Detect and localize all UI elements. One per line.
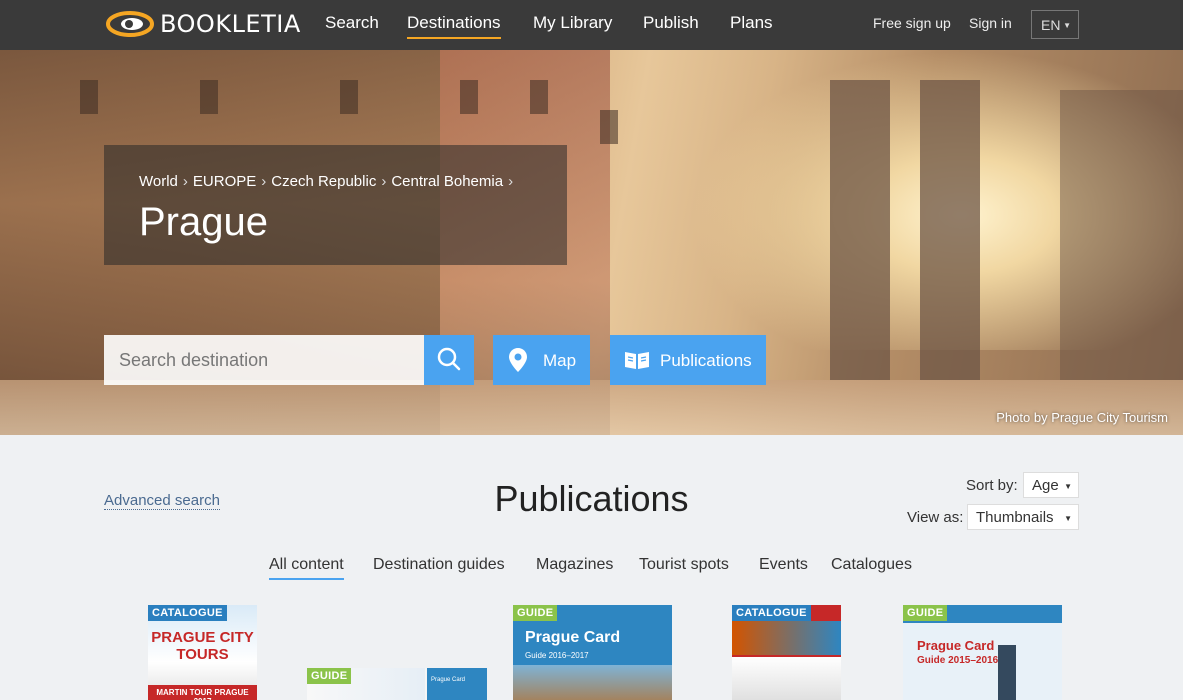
- publication-thumbnail[interactable]: CATALOGUE PRAGUE CITY TOURS MARTIN TOUR …: [148, 605, 257, 700]
- hero-photo-window: [460, 80, 478, 114]
- hero-photo-tower: [920, 80, 980, 380]
- nav-destinations[interactable]: Destinations: [407, 13, 501, 39]
- tab-all-content[interactable]: All content: [269, 556, 344, 580]
- brand-name: BOOKLETIA: [160, 10, 301, 38]
- view-value: Thumbnails: [976, 509, 1054, 526]
- brand-logo[interactable]: BOOKLETIA: [106, 10, 301, 38]
- chevron-right-icon: ›: [182, 173, 188, 190]
- hero-photo-tower: [830, 80, 890, 380]
- publication-thumbnail[interactable]: GUIDE Prague Card Guide 2016–2017: [513, 605, 672, 700]
- tab-destination-guides[interactable]: Destination guides: [373, 556, 505, 578]
- publication-thumbnail[interactable]: CATALOGUE: [732, 605, 841, 700]
- map-button-label: Map: [543, 351, 577, 370]
- sort-value: Age: [1032, 477, 1059, 494]
- thumbnail-cover: [732, 657, 841, 700]
- search-button[interactable]: [424, 335, 474, 385]
- hero-photo-window: [530, 80, 548, 114]
- hero-photo-building: [1060, 90, 1183, 380]
- guide-badge: GUIDE: [513, 605, 558, 621]
- tab-magazines[interactable]: Magazines: [536, 556, 613, 578]
- destination-header: World › EUROPE › Czech Republic › Centra…: [104, 145, 567, 265]
- chevron-down-icon: ▼: [1064, 514, 1072, 523]
- thumbnail-footer: MARTIN TOUR PRAGUE 2017: [148, 685, 257, 700]
- sort-select[interactable]: Age ▼: [1023, 472, 1079, 498]
- publications-button[interactable]: Publications: [610, 335, 766, 385]
- map-pin-icon: [509, 348, 527, 372]
- breadcrumb-central-bohemia[interactable]: Central Bohemia: [391, 173, 503, 190]
- chevron-right-icon: ›: [261, 173, 267, 190]
- chevron-down-icon: ▼: [1063, 21, 1071, 30]
- publication-thumbnail[interactable]: GUIDE Prague Card Guide 2015–2016: [903, 605, 1062, 700]
- tab-catalogues[interactable]: Catalogues: [831, 556, 912, 578]
- photo-credit: Photo by Prague City Tourism: [996, 410, 1168, 425]
- signin-link[interactable]: Sign in: [969, 15, 1012, 31]
- breadcrumb-europe[interactable]: EUROPE: [193, 173, 256, 190]
- guide-badge: GUIDE: [307, 668, 352, 684]
- thumbnail-title: Prague Card: [431, 677, 466, 683]
- view-label: View as:: [907, 509, 964, 526]
- tab-events[interactable]: Events: [759, 556, 808, 578]
- thumbnail-cover: [513, 665, 672, 700]
- logo-icon: [106, 11, 154, 37]
- nav-plans[interactable]: Plans: [730, 13, 773, 33]
- thumbnail-title: Prague Card: [525, 629, 621, 646]
- language-select[interactable]: EN ▼: [1031, 10, 1079, 39]
- thumbnail-cover: [998, 645, 1016, 700]
- search-destination-input[interactable]: [104, 335, 424, 385]
- publications-button-label: Publications: [660, 351, 752, 370]
- hero-photo-window: [600, 110, 618, 144]
- thumbnail-cover: [732, 621, 841, 655]
- chevron-right-icon: ›: [381, 173, 387, 190]
- view-select[interactable]: Thumbnails ▼: [967, 504, 1079, 530]
- nav-publish[interactable]: Publish: [643, 13, 699, 33]
- chevron-down-icon: ▼: [1064, 482, 1072, 491]
- nav-my-library[interactable]: My Library: [533, 13, 612, 33]
- sort-label: Sort by:: [966, 477, 1018, 494]
- catalogue-badge: CATALOGUE: [148, 605, 227, 621]
- hero-photo-window: [340, 80, 358, 114]
- thumbnail-title: Prague Card: [917, 638, 995, 653]
- breadcrumb: World › EUROPE › Czech Republic › Centra…: [139, 173, 513, 190]
- thumbnail-subtitle: Guide 2015–2016: [917, 655, 999, 666]
- hero-banner: World › EUROPE › Czech Republic › Centra…: [0, 50, 1183, 435]
- breadcrumb-world[interactable]: World: [139, 173, 178, 190]
- free-signup-link[interactable]: Free sign up: [873, 15, 951, 31]
- publication-thumbnail[interactable]: GUIDE Prague Card: [307, 668, 487, 700]
- catalogue-badge: CATALOGUE: [732, 605, 811, 621]
- guide-badge: GUIDE: [903, 605, 948, 621]
- nav-search[interactable]: Search: [325, 13, 379, 33]
- chevron-right-icon: ›: [508, 173, 514, 190]
- hero-photo-square: [0, 380, 1183, 435]
- top-navbar: BOOKLETIA Search Destinations My Library…: [0, 0, 1183, 50]
- search-icon: [437, 347, 461, 371]
- page-title: Prague: [139, 200, 268, 244]
- thumbnail-subtitle: Guide 2016–2017: [525, 651, 589, 660]
- map-button[interactable]: Map: [493, 335, 590, 385]
- hero-photo-window: [200, 80, 218, 114]
- tab-tourist-spots[interactable]: Tourist spots: [639, 556, 729, 578]
- thumbnail-title: PRAGUE CITY TOURS: [151, 629, 254, 663]
- language-value: EN: [1041, 17, 1061, 33]
- thumbnail-cover: [427, 668, 487, 700]
- breadcrumb-czech-republic[interactable]: Czech Republic: [271, 173, 376, 190]
- hero-photo-window: [80, 80, 98, 114]
- book-icon: [625, 352, 649, 369]
